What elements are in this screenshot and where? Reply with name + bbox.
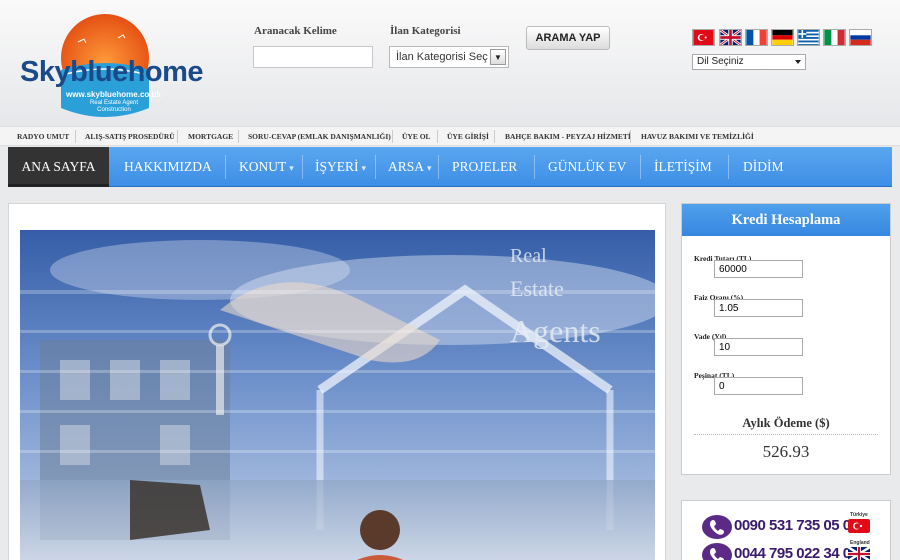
monthly-payment-value: 526.93 <box>762 442 810 461</box>
logo-url: www.skybluehome.co.uk <box>66 90 161 99</box>
nav-daily-rental[interactable]: GÜNLÜK EV <box>548 147 626 187</box>
main-content: Real Estate Agents <box>8 203 666 560</box>
toplink-procedure[interactable]: ALIŞ-SATIŞ PROSEDÜRÜ <box>85 132 175 141</box>
main-nav: ANA SAYFA HAKKIMIZDA KONUT ▾ İŞYERİ ▾ ARSA… <box>8 147 892 187</box>
category-select[interactable]: İlan Kategorisi Seç ▼ <box>389 46 509 68</box>
nav-contact[interactable]: İLETİŞİM <box>654 147 712 187</box>
nav-workplace-label: İŞYERİ <box>315 159 359 174</box>
toplink-radio[interactable]: RADYO UMUT <box>17 132 69 141</box>
term-input[interactable]: 10 <box>714 338 803 356</box>
hero-text-3: Agents <box>510 313 601 349</box>
toplink-garden[interactable]: BAHÇE BAKIM - PEYZAJ HİZMETİ <box>505 132 631 141</box>
category-selected-value: İlan Kategorisi Seç <box>396 51 488 63</box>
down-payment-input[interactable]: 0 <box>714 377 803 395</box>
keyword-input[interactable] <box>253 46 373 68</box>
result-divider <box>694 434 878 435</box>
nav-didim-label: DİDİM <box>743 159 784 174</box>
phone-icon <box>702 543 732 560</box>
phone-number-england: 0044 795 022 34 00 <box>734 545 859 560</box>
language-select[interactable]: Dil Seçiniz <box>692 54 806 70</box>
contact-box: 0090 531 735 05 08 Türkiye 0044 795 022 … <box>681 500 891 560</box>
logo-sub-2: Construction <box>97 107 131 113</box>
amount-input[interactable]: 60000 <box>714 260 803 278</box>
category-label: İlan Kategorisi <box>390 25 461 37</box>
greece-flag-icon[interactable] <box>797 29 820 46</box>
russia-flag-icon[interactable] <box>849 29 872 46</box>
nav-didim[interactable]: DİDİM <box>743 147 784 187</box>
nav-land-label: ARSA <box>388 159 425 174</box>
toplink-register[interactable]: ÜYE OL <box>402 132 431 141</box>
phone-row-turkey[interactable]: 0090 531 735 05 08 Türkiye <box>702 512 882 539</box>
header: Skybluehome www.skybluehome.co.uk Real E… <box>0 0 900 126</box>
hero-graphic: Real Estate Agents <box>20 230 655 560</box>
nav-land[interactable]: ARSA ▾ <box>388 147 432 187</box>
top-links-bar: RADYO UMUT ALIŞ-SATIŞ PROSEDÜRÜ MORTGAGE… <box>0 126 900 146</box>
hero-image[interactable]: Real Estate Agents <box>20 230 655 560</box>
nav-daily-rental-label: GÜNLÜK EV <box>548 159 627 174</box>
toplink-faq[interactable]: SORU-CEVAP (EMLAK DANIŞMANLIĞI) <box>248 132 391 141</box>
monthly-payment-label: Aylık Ödeme ($) <box>742 416 830 430</box>
toplink-login[interactable]: ÜYE GİRİŞİ <box>447 132 489 141</box>
chevron-down-icon: ▾ <box>361 163 367 173</box>
calculator-title: Kredi Hesaplama <box>682 204 890 236</box>
logo-name: Skybluehome <box>20 56 204 88</box>
keyword-label: Aranacak Kelime <box>254 25 337 37</box>
logo-subtitle: Real Estate Agent Construction <box>84 100 144 114</box>
nav-contact-label: İLETİŞİM <box>654 159 712 174</box>
phone-country-england: England <box>850 540 870 546</box>
nav-about[interactable]: HAKKIMIZDA <box>124 147 212 187</box>
language-selected: Dil Seçiniz <box>697 56 744 67</box>
france-flag-icon[interactable] <box>745 29 768 46</box>
phone-row-england[interactable]: 0044 795 022 34 00 England <box>702 540 882 560</box>
chevron-down-icon: ▾ <box>427 163 432 173</box>
chevron-down-icon: ▾ <box>289 163 294 173</box>
hero-text-1: Real <box>510 245 547 267</box>
site-logo[interactable]: Skybluehome www.skybluehome.co.uk Real E… <box>18 8 204 120</box>
germany-flag-icon[interactable] <box>771 29 794 46</box>
nav-home-label: ANA SAYFA <box>21 159 96 174</box>
uk-flag-icon[interactable] <box>719 29 742 46</box>
phone-country-turkey: Türkiye <box>850 512 868 518</box>
toplink-pool[interactable]: HAVUZ BAKIMI VE TEMİZLİĞİ <box>641 132 754 141</box>
nav-projects[interactable]: PROJELER <box>452 147 517 187</box>
toplink-mortgage[interactable]: MORTGAGE <box>188 132 233 141</box>
logo-sub-1: Real Estate Agent <box>89 100 139 106</box>
phone-icon <box>702 515 732 539</box>
nav-workplace[interactable]: İŞYERİ ▾ <box>315 147 366 187</box>
turkey-flag-icon <box>848 519 870 533</box>
rate-input[interactable]: 1.05 <box>714 299 803 317</box>
chevron-down-icon: ▼ <box>490 49 506 65</box>
nav-housing-label: KONUT <box>239 159 287 174</box>
nav-about-label: HAKKIMIZDA <box>124 159 212 174</box>
uk-flag-icon <box>848 547 870 560</box>
turkey-flag-icon[interactable] <box>692 29 715 46</box>
nav-home[interactable]: ANA SAYFA <box>8 147 109 187</box>
hero-text-2: Estate <box>510 276 564 301</box>
italy-flag-icon[interactable] <box>823 29 846 46</box>
caret-down-icon <box>795 60 801 64</box>
nav-projects-label: PROJELER <box>452 159 518 174</box>
phone-number-turkey: 0090 531 735 05 08 <box>734 517 859 534</box>
nav-housing[interactable]: KONUT ▾ <box>239 147 294 187</box>
search-button[interactable]: ARAMA YAP <box>526 26 610 50</box>
